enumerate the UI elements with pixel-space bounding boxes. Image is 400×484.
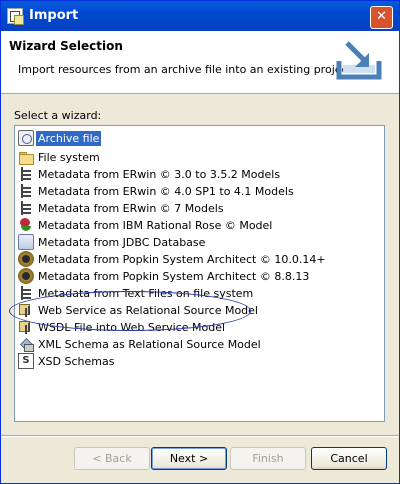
list-item-rational-rose[interactable]: Metadata from IBM Rational Rose © Model [18,217,274,233]
list-item-popkin-8[interactable]: Metadata from Popkin System Architect © … [18,268,311,284]
web-service-icon [18,319,34,335]
list-item-label: WSDL File into Web Service Model [38,320,226,334]
list-item-label: Metadata from ERwin © 3.0 to 3.5.2 Model… [38,167,281,181]
finish-button[interactable]: Finish [230,447,306,470]
import-app-icon [7,8,24,25]
import-dialog: Import ✕ Wizard Selection Import resourc… [0,0,400,484]
list-item-jdbc[interactable]: Metadata from JDBC Database [18,234,207,250]
close-button[interactable]: ✕ [370,6,393,29]
list-item-label: Web Service as Relational Source Model [38,303,258,317]
list-item-erwin-4[interactable]: Metadata from ERwin © 4.0 SP1 to 4.1 Mod… [18,183,296,199]
rose-icon [18,217,34,233]
metadata-icon [18,166,34,182]
footer-divider [1,435,399,437]
metadata-icon [18,200,34,216]
list-item-xsd[interactable]: S XSD Schemas [18,353,116,369]
title-bar[interactable]: Import ✕ [1,1,399,31]
archive-file-icon [18,130,34,146]
xml-schema-icon [18,336,34,352]
import-banner-icon [336,41,382,80]
list-item-web-service[interactable]: Web Service as Relational Source Model [18,302,260,318]
list-item-popkin-10[interactable]: Metadata from Popkin System Architect © … [18,251,328,267]
back-button[interactable]: < Back [74,447,150,470]
wizard-list[interactable]: Archive file File system Metadata from E… [14,125,385,422]
list-item-label: XML Schema as Relational Source Model [38,337,261,351]
list-item-label: Metadata from JDBC Database [38,235,206,249]
list-item-file-system[interactable]: File system [18,149,102,165]
wizard-header: Wizard Selection Import resources from a… [1,31,399,94]
window-title: Import [29,8,79,23]
page-title: Wizard Selection [9,39,123,53]
list-item-label: Metadata from ERwin © 4.0 SP1 to 4.1 Mod… [38,184,294,198]
list-item-label: Archive file [36,130,102,146]
list-item-label: Metadata from Popkin System Architect © … [38,252,326,266]
list-item-label: XSD Schemas [38,354,115,368]
list-item-label: Metadata from IBM Rational Rose © Model [38,218,273,232]
popkin-icon [18,251,34,267]
list-item-archive-file[interactable]: Archive file [18,130,102,146]
list-item-label: Metadata from Popkin System Architect © … [38,269,310,283]
list-item-wsdl[interactable]: WSDL File into Web Service Model [18,319,227,335]
list-item-erwin-3[interactable]: Metadata from ERwin © 3.0 to 3.5.2 Model… [18,166,282,182]
xsd-icon: S [18,353,34,369]
popkin-icon [18,268,34,284]
jdbc-database-icon [18,234,34,250]
page-description: Import resources from an archive file in… [18,63,356,76]
web-service-icon [18,302,34,318]
list-item-erwin-7[interactable]: Metadata from ERwin © 7 Models [18,200,226,216]
list-item-label: Metadata from Text Files on file system [38,286,254,300]
list-item-text-files[interactable]: Metadata from Text Files on file system [18,285,255,301]
list-item-label: File system [38,150,100,164]
next-button[interactable]: Next > [151,447,227,470]
select-wizard-label: Select a wizard: [14,109,102,122]
folder-icon [18,149,34,165]
list-item-label: Metadata from ERwin © 7 Models [38,201,224,215]
metadata-icon [18,285,34,301]
list-item-xml-schema[interactable]: XML Schema as Relational Source Model [18,336,263,352]
cancel-button[interactable]: Cancel [311,447,387,470]
metadata-icon [18,183,34,199]
